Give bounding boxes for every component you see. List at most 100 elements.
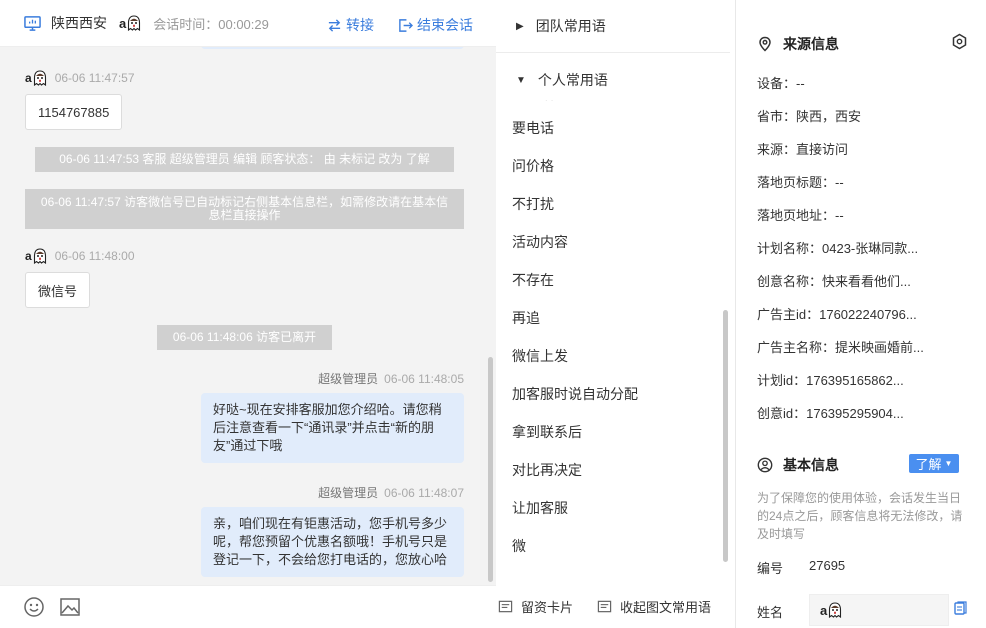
phrase-item[interactable]: 要电话 [512, 118, 554, 138]
caret-down-icon: ▼ [944, 459, 953, 468]
phrase-item-clipped[interactable]: 要电话 [512, 100, 554, 104]
end-session-button[interactable]: 结束会话 [398, 15, 473, 35]
agent-message-bubble: 亲，咱们现在有钜惠活动，您手机号多少呢，帮您预留个优惠名额哦！手机号只是登记一下… [201, 507, 464, 577]
team-phrases-toggle[interactable]: ▶ 团队常用语 [496, 0, 736, 52]
ghost-avatar-icon [33, 248, 46, 264]
image-icon[interactable] [59, 596, 81, 618]
visitor-name: a [119, 15, 141, 31]
sender: a [25, 70, 47, 86]
province-row: 省市：陕西，西安 [757, 109, 862, 124]
monitor-icon [24, 15, 41, 31]
phrase-item[interactable]: 再追 [512, 308, 540, 328]
message-meta: 超级管理员 06-06 11:48:07 [318, 484, 464, 501]
card-icon [498, 600, 513, 613]
source-row: 来源：直接访问 [757, 142, 849, 157]
customer-name-value: a [820, 602, 828, 618]
phrase-item[interactable]: 问价格 [512, 156, 554, 176]
phrase-item[interactable]: 微信上发 [512, 346, 568, 366]
basic-info-title: 基本信息 [757, 455, 839, 475]
agent-message-bubble: 好哒~现在安排客服加您介绍哈。请您稍后注意查看一下“通讯录”并点击“新的朋友”通… [201, 393, 464, 463]
phrase-item[interactable]: 不存在 [512, 270, 554, 290]
edit-deadline-note: 为了保障您的使用体验，会话发生当日的24点之后，顾客信息将无法修改，请及时填写 [757, 491, 963, 541]
location-pin-icon [759, 36, 771, 52]
sender: a [25, 248, 47, 264]
visitor-name-text: a [119, 15, 127, 31]
chat-header: 陕西西安 a 会话时间：00:00:29 转接 结束会话 [0, 0, 496, 47]
sender-name: a [25, 71, 32, 85]
card-icon [597, 600, 612, 613]
phrase-item[interactable]: 拿到联系后 [512, 422, 582, 442]
advertiser-id-row: 广告主id：176022240796... [757, 307, 917, 322]
caret-right-icon: ▶ [516, 20, 524, 32]
chat-toolbar [0, 585, 496, 628]
plan-id-row: 计划id：176395165862... [757, 373, 904, 388]
customer-status-dropdown[interactable]: 了解 ▼ [909, 454, 959, 473]
personal-phrases-toggle[interactable]: ▼ 个人常用语 [496, 54, 736, 106]
message-meta: a 06-06 11:48:00 [25, 248, 135, 264]
divider [496, 52, 730, 53]
customer-id-value: 27695 [809, 558, 846, 573]
quick-phrase-panel: ▶ 团队常用语 ▼ 个人常用语 要电话 要电话 问价格 不打扰 活动内容 不存在… [496, 0, 736, 628]
copy-icon[interactable] [953, 601, 968, 617]
chat-scrollbar[interactable] [488, 357, 493, 582]
sender-name: a [25, 249, 32, 263]
phrase-item[interactable]: 加客服时说自动分配 [512, 384, 638, 404]
emoji-icon[interactable] [23, 596, 45, 618]
visitor-message-bubble: 微信号 [25, 272, 91, 308]
session-duration: 会话时间：00:00:29 [153, 14, 269, 33]
collapse-rich-phrases-label: 收起图文常用语 [620, 600, 712, 615]
user-circle-icon [757, 457, 773, 473]
plan-name-row: 计划名称：0423-张琳同款... [757, 241, 919, 256]
message-meta: a 06-06 11:47:57 [25, 70, 135, 86]
ghost-avatar-icon [829, 602, 842, 618]
personal-phrases-label: 个人常用语 [537, 72, 608, 88]
transfer-button[interactable]: 转接 [327, 15, 374, 35]
advertiser-name-row: 广告主名称：提米映画婚前... [757, 340, 924, 355]
phrase-list[interactable]: 要电话 要电话 问价格 不打扰 活动内容 不存在 再追 微信上发 加客服时说自动… [496, 100, 736, 570]
phrase-item[interactable]: 让加客服 [512, 498, 568, 518]
chat-panel: 陕西西安 a 会话时间：00:00:29 转接 结束会话 a 06-06 11:… [0, 0, 496, 628]
app-root: 陕西西安 a 会话时间：00:00:29 转接 结束会话 a 06-06 11:… [0, 0, 986, 628]
customer-name-label: 姓名 [757, 605, 784, 620]
phrase-item[interactable]: 微 [512, 536, 526, 556]
duration-label: 会话时间： [153, 16, 219, 32]
hexagon-settings-icon[interactable] [951, 33, 968, 50]
creative-id-row: 创意id：176395295904... [757, 406, 904, 421]
basic-info-label: 基本信息 [783, 457, 839, 473]
ghost-avatar-icon [33, 70, 46, 86]
landing-title-row: 落地页标题：-- [757, 175, 844, 190]
transfer-icon [328, 18, 341, 32]
collapse-rich-phrases-button[interactable]: 收起图文常用语 [597, 597, 711, 616]
creative-name-row: 创意名称：快来看看他们... [757, 274, 911, 289]
system-notice: 06-06 11:48:06 访客已离开 [157, 325, 332, 350]
system-notice: 06-06 11:47:53 客服 超级管理员 编辑 顾客状态： 由 未标记 改… [35, 147, 454, 172]
message-time: 06-06 11:48:07 [384, 485, 464, 500]
caret-down-icon: ▼ [516, 74, 526, 86]
previous-message-bubble [201, 47, 464, 49]
system-notice: 06-06 11:47:57 访客微信号已自动标记右侧基本信息栏，如需修改请在基… [25, 189, 464, 229]
transfer-label: 转接 [346, 17, 374, 33]
visitor-location: 陕西西安 [51, 15, 107, 31]
source-info-label: 来源信息 [783, 36, 839, 52]
customer-info-panel: 来源信息 设备：-- 省市：陕西，西安 来源：直接访问 落地页标题：-- 落地页… [737, 0, 986, 628]
message-meta: 超级管理员 06-06 11:48:05 [318, 370, 464, 387]
phrase-scrollbar[interactable] [723, 310, 728, 562]
landing-url-row: 落地页地址：-- [757, 208, 844, 223]
lead-card-button[interactable]: 留资卡片 [498, 597, 573, 616]
phrase-item[interactable]: 不打扰 [512, 194, 554, 214]
end-session-label: 结束会话 [417, 17, 473, 33]
customer-id-label: 编号 [757, 561, 784, 576]
sender-name: 超级管理员 [318, 486, 379, 500]
visitor-message-bubble: 1154767885 [25, 94, 123, 130]
sender-name: 超级管理员 [318, 372, 379, 386]
message-list[interactable]: a 06-06 11:47:57 1154767885 06-06 11:47:… [0, 47, 496, 585]
lead-card-label: 留资卡片 [521, 600, 574, 615]
message-time: 06-06 11:48:05 [384, 371, 464, 386]
team-phrases-label: 团队常用语 [535, 18, 606, 34]
customer-name-field[interactable]: a [809, 594, 949, 626]
ghost-avatar-icon [128, 15, 141, 31]
phrase-item[interactable]: 对比再决定 [512, 460, 582, 480]
message-time: 06-06 11:47:57 [54, 71, 135, 85]
source-info-title: 来源信息 [757, 34, 839, 54]
phrase-item[interactable]: 活动内容 [512, 232, 568, 252]
